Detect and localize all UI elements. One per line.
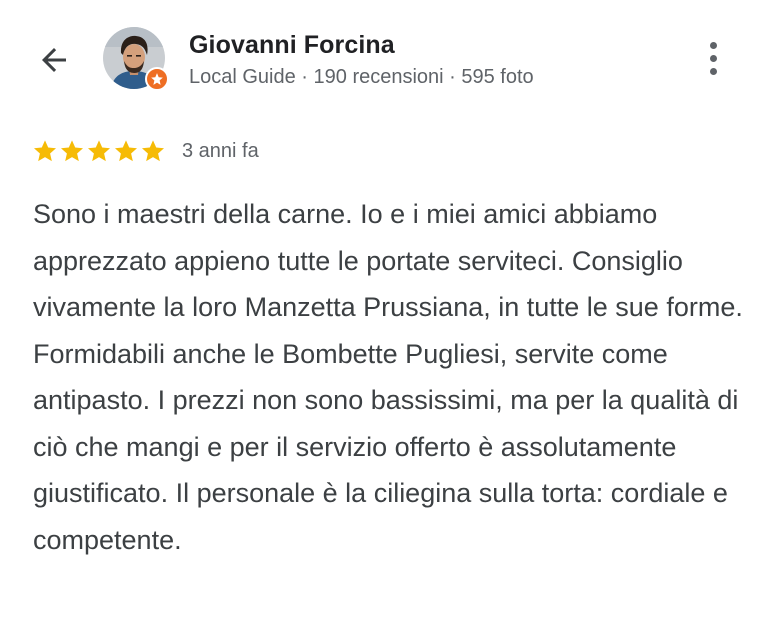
star-icon — [88, 140, 110, 162]
arrow-back-icon — [42, 48, 66, 72]
rating-row: 3 anni fa — [32, 136, 259, 166]
local-guide-badge — [145, 67, 169, 91]
star-icon — [142, 140, 164, 162]
star-rating — [32, 138, 166, 164]
star-icon — [115, 140, 137, 162]
review-text: Sono i maestri della carne. Io e i miei … — [33, 199, 743, 555]
back-button[interactable] — [30, 38, 78, 82]
reviewer-name[interactable]: Giovanni Forcina — [189, 30, 534, 60]
reviewer-info: Giovanni Forcina Local Guide · 190 recen… — [189, 30, 534, 90]
more-vert-icon — [709, 41, 717, 49]
reviewer-stats: Local Guide · 190 recensioni · 595 foto — [189, 66, 534, 88]
review-date: 3 anni fa — [182, 140, 259, 162]
local-guide-star-icon — [151, 73, 163, 85]
more-options-button[interactable] — [696, 36, 730, 80]
star-icon — [61, 140, 83, 162]
avatar[interactable] — [103, 27, 169, 91]
star-icon — [34, 140, 56, 162]
